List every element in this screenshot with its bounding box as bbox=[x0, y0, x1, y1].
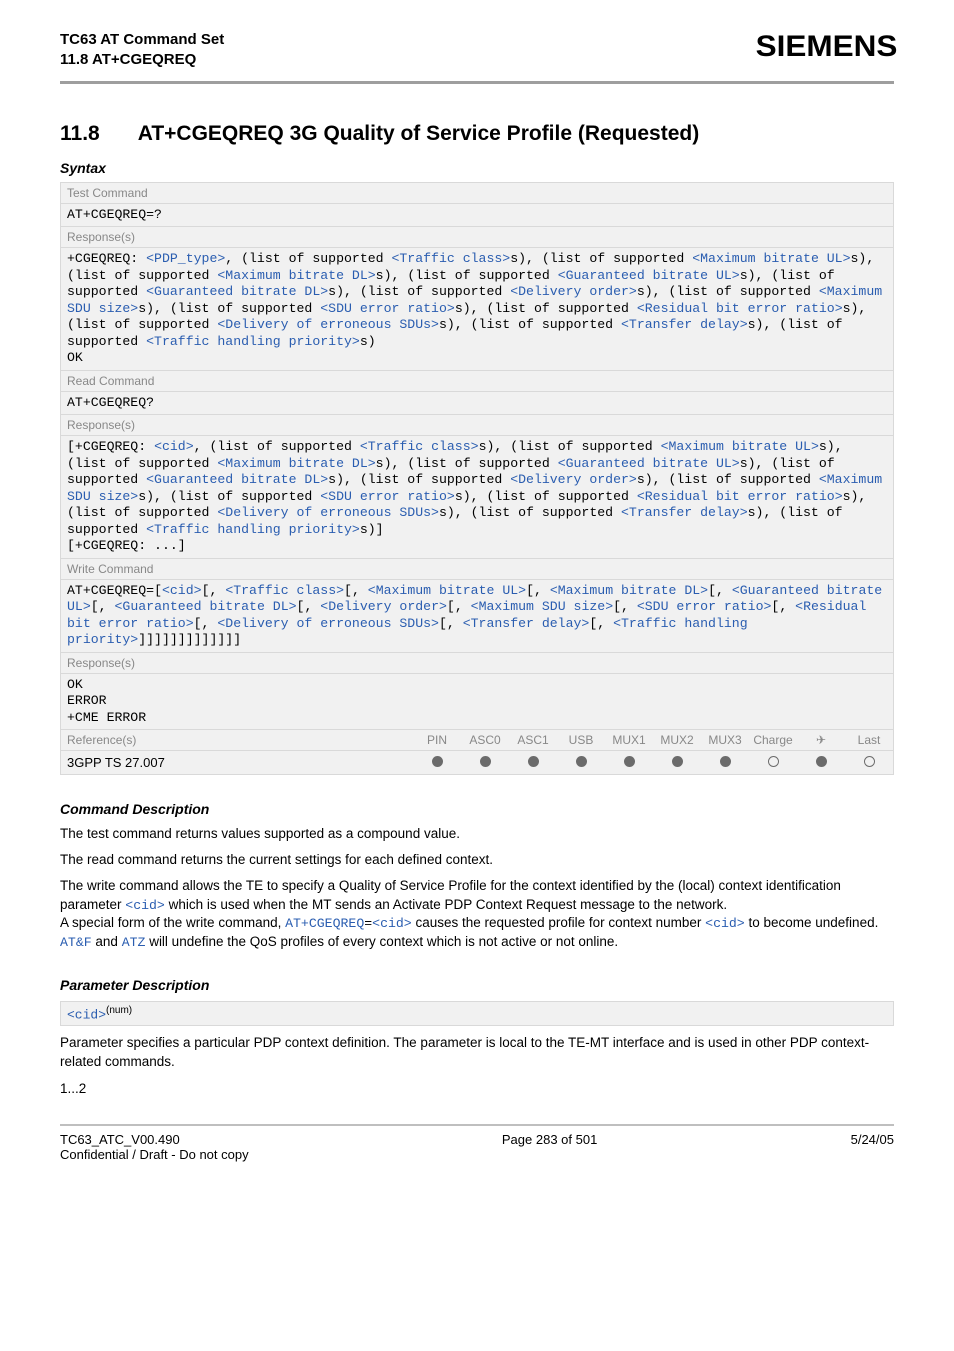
col-asc1: ASC1 bbox=[509, 730, 557, 750]
footer-divider bbox=[60, 1124, 894, 1126]
reference-value: 3GPP TS 27.007 bbox=[61, 751, 413, 774]
col-mux2: MUX2 bbox=[653, 730, 701, 750]
section-heading: 11.8 AT+CGEQREQ 3G Quality of Service Pro… bbox=[60, 122, 894, 146]
dot-asc0 bbox=[461, 751, 509, 774]
footer-date: 5/24/05 bbox=[851, 1132, 894, 1162]
label-test-command: Test Command bbox=[60, 182, 894, 204]
test-command: AT+CGEQREQ=? bbox=[60, 204, 894, 228]
write-response: OK ERROR +CME ERROR bbox=[60, 674, 894, 731]
brand-logo: SIEMENS bbox=[756, 30, 898, 64]
section-number: 11.8 bbox=[60, 122, 100, 145]
col-last: Last bbox=[845, 730, 893, 750]
dot-mux3 bbox=[701, 751, 749, 774]
dot-charge bbox=[749, 751, 797, 774]
read-command: AT+CGEQREQ? bbox=[60, 392, 894, 416]
label-responses-1: Response(s) bbox=[60, 227, 894, 248]
footer-confidential: Confidential / Draft - Do not copy bbox=[60, 1147, 249, 1162]
parameter-description-heading: Parameter Description bbox=[60, 977, 894, 993]
reference-table-header: Reference(s) PIN ASC0 ASC1 USB MUX1 MUX2… bbox=[60, 730, 894, 751]
dot-airplane bbox=[797, 751, 845, 774]
doc-title: TC63 AT Command Set bbox=[60, 30, 224, 50]
col-airplane-icon: ✈ bbox=[797, 730, 845, 750]
footer-doc-id: TC63_ATC_V00.490 bbox=[60, 1132, 249, 1147]
dot-mux1 bbox=[605, 751, 653, 774]
read-response: [+CGEQREQ: <cid>, (list of supported <Tr… bbox=[60, 436, 894, 559]
reference-table-row: 3GPP TS 27.007 bbox=[60, 751, 894, 775]
col-charge: Charge bbox=[749, 730, 797, 750]
col-asc0: ASC0 bbox=[461, 730, 509, 750]
dot-mux2 bbox=[653, 751, 701, 774]
write-command: AT+CGEQREQ=[<cid>[, <Traffic class>[, <M… bbox=[60, 580, 894, 653]
dot-last bbox=[845, 751, 893, 774]
label-references: Reference(s) bbox=[61, 730, 413, 750]
param-cid-name: <cid>(num) bbox=[60, 1001, 894, 1026]
label-responses-2: Response(s) bbox=[60, 415, 894, 436]
label-write-command: Write Command bbox=[60, 559, 894, 580]
page-footer: TC63_ATC_V00.490 Confidential / Draft - … bbox=[60, 1132, 894, 1162]
doc-subtitle: 11.8 AT+CGEQREQ bbox=[60, 50, 224, 70]
cmd-desc-p2: The read command returns the current set… bbox=[60, 851, 894, 869]
param-cid-text: Parameter specifies a particular PDP con… bbox=[60, 1034, 894, 1070]
col-mux3: MUX3 bbox=[701, 730, 749, 750]
dot-asc1 bbox=[509, 751, 557, 774]
section-title: AT+CGEQREQ 3G Quality of Service Profile… bbox=[138, 122, 700, 145]
dot-usb bbox=[557, 751, 605, 774]
param-cid-range: 1...2 bbox=[60, 1081, 894, 1096]
header-divider bbox=[60, 81, 894, 84]
footer-page-number: Page 283 of 501 bbox=[502, 1132, 597, 1162]
cmd-desc-p1: The test command returns values supporte… bbox=[60, 825, 894, 843]
col-usb: USB bbox=[557, 730, 605, 750]
col-mux1: MUX1 bbox=[605, 730, 653, 750]
col-pin: PIN bbox=[413, 730, 461, 750]
test-response: +CGEQREQ: <PDP_type>, (list of supported… bbox=[60, 248, 894, 371]
label-responses-3: Response(s) bbox=[60, 653, 894, 674]
syntax-heading: Syntax bbox=[60, 160, 894, 176]
label-read-command: Read Command bbox=[60, 371, 894, 392]
dot-pin bbox=[413, 751, 461, 774]
cmd-desc-p3: The write command allows the TE to speci… bbox=[60, 877, 894, 951]
command-description-heading: Command Description bbox=[60, 801, 894, 817]
